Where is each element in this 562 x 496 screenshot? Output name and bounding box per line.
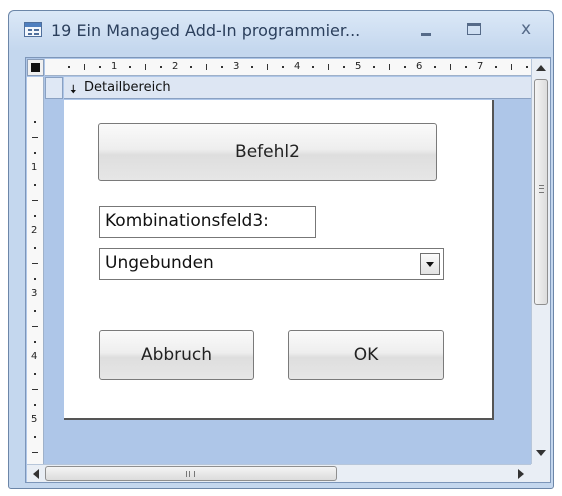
- ruler-tick: [342, 66, 345, 68]
- ruler-tick: [34, 215, 36, 218]
- ruler-number: 5: [355, 61, 362, 72]
- ruler-tick: [449, 64, 451, 70]
- ruler-tick: [83, 64, 85, 70]
- horizontal-scrollbar[interactable]: [27, 464, 532, 482]
- ruler-tick: [98, 66, 101, 68]
- cancel-button[interactable]: Abbruch: [99, 330, 254, 380]
- vertical-scroll-thumb[interactable]: [534, 79, 548, 305]
- ruler-tick: [495, 66, 498, 68]
- ruler-number: 7: [477, 61, 484, 72]
- close-icon: x: [520, 19, 532, 39]
- ruler-number: 3: [233, 61, 240, 72]
- horizontal-ruler[interactable]: 1 2 3 4 5 6 7: [45, 59, 531, 76]
- ruler-number: 6: [416, 61, 423, 72]
- ruler-tick: [144, 64, 146, 70]
- ruler-number: 5: [31, 414, 38, 425]
- scroll-right-icon[interactable]: [518, 469, 524, 479]
- ruler-tick: [32, 136, 38, 138]
- ruler-tick: [464, 66, 467, 68]
- ruler-tick: [34, 404, 36, 407]
- ruler-tick: [34, 152, 36, 155]
- ruler-tick: [327, 64, 329, 70]
- combo-box[interactable]: Ungebunden: [99, 248, 444, 280]
- grip-icon: [539, 185, 544, 193]
- scroll-down-icon[interactable]: [536, 450, 546, 456]
- chevron-down-icon: [426, 262, 434, 267]
- maximize-icon: [467, 23, 481, 35]
- ruler-tick: [434, 66, 437, 68]
- minimize-button[interactable]: [409, 17, 443, 41]
- ruler-tick: [251, 66, 254, 68]
- form-selector[interactable]: [27, 59, 44, 76]
- detail-section-header[interactable]: 🠇 Detailbereich: [64, 77, 531, 99]
- ruler-tick: [403, 66, 406, 68]
- horizontal-scroll-thumb[interactable]: [45, 466, 337, 481]
- ruler-tick: [373, 66, 376, 68]
- ruler-tick: [32, 262, 38, 264]
- scroll-left-icon[interactable]: [33, 469, 39, 479]
- dropdown-button[interactable]: [420, 253, 440, 275]
- design-view: 1 2 3 4 5 6 7 1 2 3 4 5 🠇 Detailbereich Befehl2 Ko…: [25, 57, 551, 483]
- ruler-tick: [34, 120, 36, 123]
- ruler-number: 2: [172, 61, 179, 72]
- ruler-number: 4: [31, 351, 38, 362]
- ruler-tick: [34, 278, 36, 281]
- section-selector[interactable]: [45, 77, 63, 99]
- window-title: 19 Ein Managed Add-In programmier...: [51, 21, 361, 40]
- ruler-tick: [32, 451, 38, 453]
- ruler-tick: [266, 64, 268, 70]
- befehl2-button[interactable]: Befehl2: [98, 123, 437, 181]
- ruler-tick: [388, 64, 390, 70]
- ruler-tick: [32, 325, 38, 327]
- grip-icon: [186, 471, 195, 477]
- title-bar[interactable]: 19 Ein Managed Add-In programmier... x: [9, 11, 553, 51]
- ruler-tick: [190, 66, 193, 68]
- section-label: Detailbereich: [84, 80, 171, 95]
- ruler-tick: [34, 246, 36, 249]
- ruler-number: 1: [111, 61, 118, 72]
- ok-button[interactable]: OK: [288, 330, 444, 380]
- ruler-tick: [68, 66, 71, 68]
- size-grip: [531, 464, 550, 482]
- ruler-tick: [34, 341, 36, 344]
- combo-value: Ungebunden: [105, 253, 214, 273]
- ruler-tick: [159, 66, 162, 68]
- ruler-tick: [34, 435, 36, 438]
- form-design-window: 19 Ein Managed Add-In programmier... x 1…: [8, 10, 554, 489]
- ruler-number: 3: [31, 288, 38, 299]
- close-button[interactable]: x: [509, 17, 543, 41]
- ruler-number: 4: [294, 61, 301, 72]
- combo-label[interactable]: Kombinationsfeld3:: [99, 206, 316, 238]
- ruler-tick: [510, 64, 512, 70]
- access-form-icon[interactable]: [24, 22, 42, 37]
- ruler-tick: [32, 388, 38, 390]
- ruler-tick: [34, 183, 36, 186]
- ruler-tick: [34, 372, 36, 375]
- ruler-number: 2: [31, 225, 38, 236]
- detail-section[interactable]: Befehl2 Kombinationsfeld3: Ungebunden Ab…: [64, 100, 494, 420]
- vertical-ruler[interactable]: 1 2 3 4 5: [27, 77, 44, 465]
- form-selector-icon: [31, 63, 40, 72]
- maximize-button[interactable]: [457, 17, 491, 41]
- ruler-tick: [205, 64, 207, 70]
- ruler-number: 1: [31, 162, 38, 173]
- minimize-icon: [421, 32, 431, 36]
- vertical-scrollbar[interactable]: [531, 59, 550, 464]
- ruler-tick: [32, 199, 38, 201]
- ruler-tick: [34, 309, 36, 312]
- ruler-tick: [525, 66, 528, 68]
- section-arrow-icon: 🠇: [70, 82, 77, 96]
- ruler-tick: [281, 66, 284, 68]
- ruler-tick: [220, 66, 223, 68]
- scroll-up-icon[interactable]: [536, 65, 546, 71]
- ruler-tick: [129, 66, 132, 68]
- ruler-tick: [312, 66, 315, 68]
